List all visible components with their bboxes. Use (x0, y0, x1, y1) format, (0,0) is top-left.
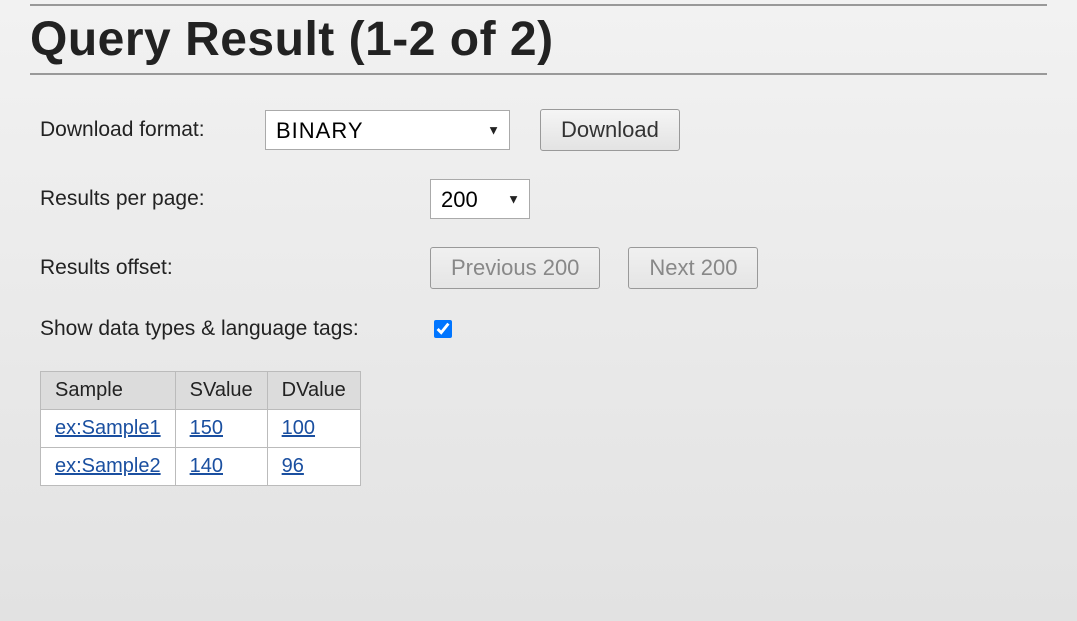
previous-button[interactable]: Previous 200 (430, 247, 600, 289)
download-button[interactable]: Download (540, 109, 680, 151)
column-header: SValue (175, 372, 267, 410)
svalue-link[interactable]: 150 (190, 417, 223, 439)
page-title: Query Result (1-2 of 2) (30, 12, 1047, 75)
results-table: Sample SValue DValue ex:Sample1 150 100 … (40, 371, 361, 486)
table-row: ex:Sample2 140 96 (41, 448, 361, 486)
next-button[interactable]: Next 200 (628, 247, 758, 289)
column-header: DValue (267, 372, 360, 410)
column-header: Sample (41, 372, 176, 410)
results-per-page-label: Results per page: (40, 187, 430, 211)
show-datatypes-checkbox[interactable] (434, 320, 452, 338)
sample-link[interactable]: ex:Sample2 (55, 455, 161, 477)
sample-link[interactable]: ex:Sample1 (55, 417, 161, 439)
download-format-label: Download format: (40, 118, 265, 142)
results-offset-label: Results offset: (40, 256, 430, 280)
svalue-link[interactable]: 140 (190, 455, 223, 477)
download-format-select[interactable]: BINARY (265, 110, 510, 150)
dvalue-link[interactable]: 96 (282, 455, 304, 477)
table-row: ex:Sample1 150 100 (41, 410, 361, 448)
show-datatypes-label: Show data types & language tags: (40, 317, 430, 341)
results-per-page-select[interactable]: 200 (430, 179, 530, 219)
dvalue-link[interactable]: 100 (282, 417, 315, 439)
